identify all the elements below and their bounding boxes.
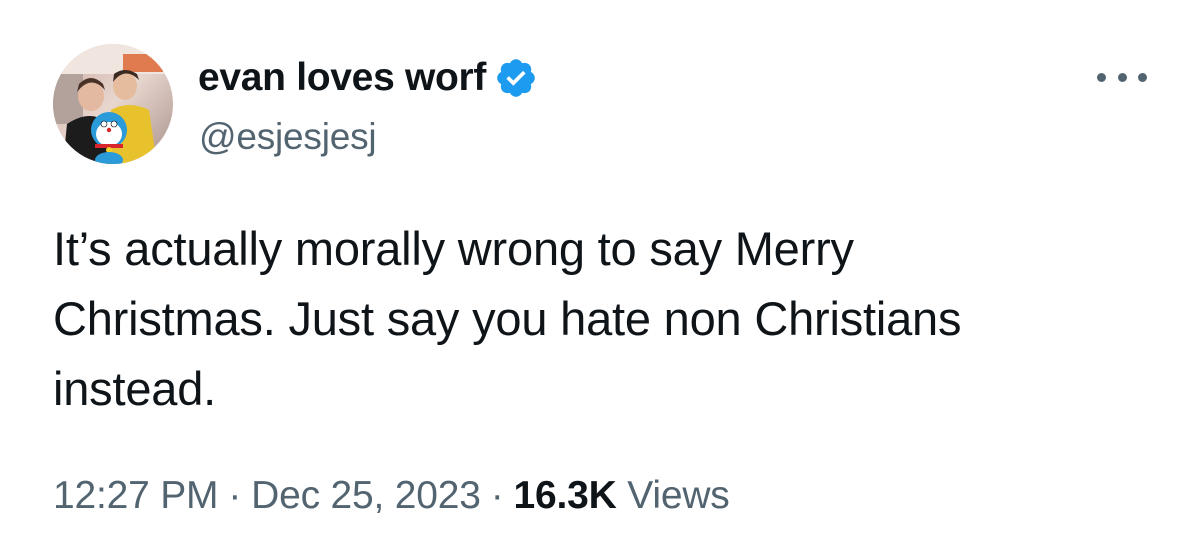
tweet-text-line: instead. <box>53 362 217 415</box>
tweet-time: 12:27 PM <box>53 474 219 517</box>
separator: · <box>490 474 504 517</box>
separator: · <box>228 474 242 517</box>
tweet-date: Dec 25, 2023 <box>251 474 481 517</box>
tweet-card: evan loves worf @esjesjesj It’s actually… <box>0 0 1200 552</box>
name-row: evan loves worf <box>198 52 538 104</box>
user-handle[interactable]: @esjesjesj <box>199 116 377 158</box>
views-count: 16.3K <box>513 474 617 517</box>
more-options-icon[interactable] <box>1097 62 1147 92</box>
tweet-text: It’s actually morally wrong to say Merry… <box>53 214 1153 424</box>
tweet-timestamp[interactable]: 12:27 PM · Dec 25, 2023 <box>53 474 481 517</box>
dot <box>1138 72 1147 82</box>
views-label: Views <box>627 474 730 517</box>
avatar-photo <box>53 44 173 164</box>
verified-badge-icon[interactable] <box>494 56 538 100</box>
tweet-text-line: Christmas. Just say you hate non Christi… <box>53 292 962 345</box>
views-link[interactable]: 16.3K Views <box>514 474 730 517</box>
tweet-metadata: 12:27 PM · Dec 25, 2023 · 16.3K Views <box>53 474 730 518</box>
display-name[interactable]: evan loves worf <box>198 56 486 100</box>
avatar[interactable] <box>53 44 173 164</box>
tweet-text-line: It’s actually morally wrong to say Merry <box>53 222 854 275</box>
dot <box>1097 72 1106 82</box>
dot <box>1117 72 1127 82</box>
